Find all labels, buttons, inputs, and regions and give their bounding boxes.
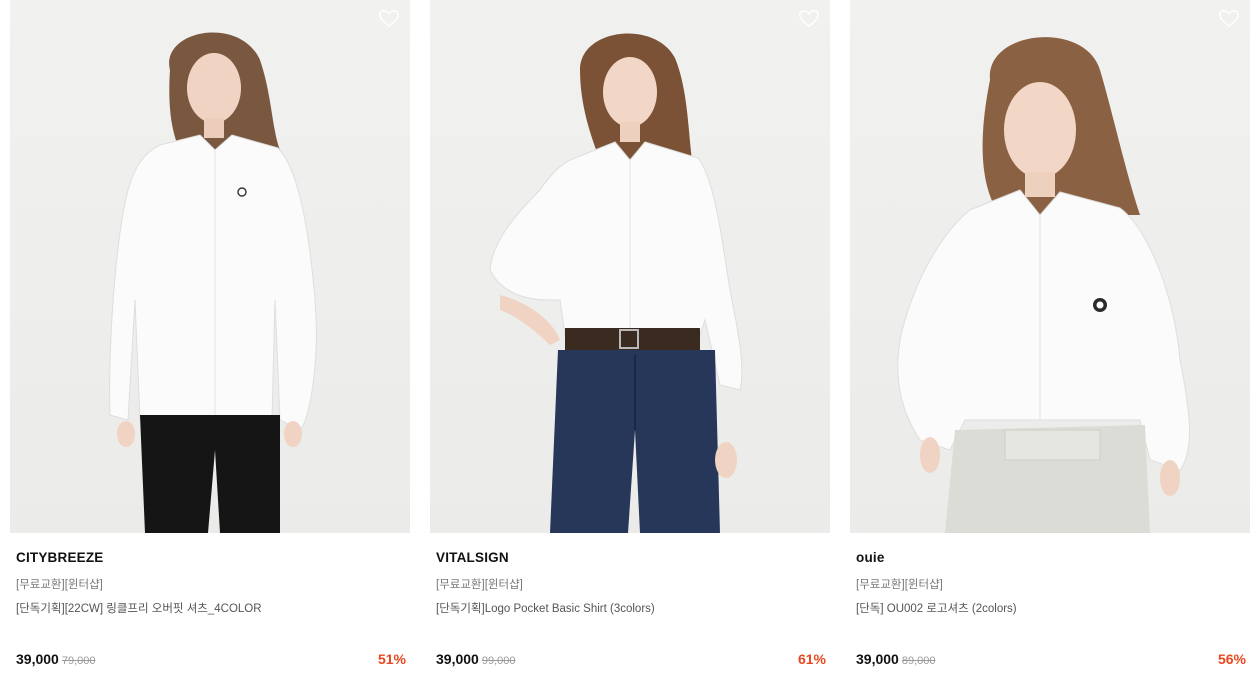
product-tag: [무료교환][윈터샵] [436, 579, 523, 591]
product-tag: [무료교환][윈터샵] [16, 579, 103, 591]
model-white-shirt-jeans-image [489, 33, 743, 533]
product-card[interactable]: CITYBREEZE [무료교환][윈터샵] [단독기획][22CW] 링클프리… [10, 0, 410, 686]
product-image[interactable] [430, 0, 830, 533]
sale-price: 39,000 [16, 651, 59, 667]
sale-price: 39,000 [436, 651, 479, 667]
original-price: 79,000 [61, 655, 96, 667]
product-image[interactable] [10, 0, 410, 533]
wishlist-heart-icon[interactable] [378, 8, 400, 30]
product-tag: [무료교환][윈터샵] [856, 579, 943, 591]
discount-rate: 56% [1217, 651, 1246, 667]
product-card[interactable]: VITALSIGN [무료교환][윈터샵] [단독기획]Logo Pocket … [430, 0, 830, 686]
price-row: 39,000 89,000 56% [856, 651, 1246, 671]
wishlist-heart-icon[interactable] [1218, 8, 1240, 30]
price-row: 39,000 79,000 51% [16, 651, 406, 671]
wishlist-heart-icon[interactable] [798, 8, 820, 30]
discount-rate: 61% [797, 651, 826, 667]
model-white-shirt-black-pants-image [109, 32, 317, 533]
product-image[interactable] [850, 0, 1250, 533]
product-name[interactable]: [단독] OU002 로고셔츠 (2colors) [856, 600, 1246, 616]
original-price: 89,000 [901, 655, 936, 667]
price-row: 39,000 99,000 61% [436, 651, 826, 671]
product-name[interactable]: [단독기획][22CW] 링클프리 오버핏 셔츠_4COLOR [16, 600, 406, 616]
product-name[interactable]: [단독기획]Logo Pocket Basic Shirt (3colors) [436, 600, 826, 616]
original-price: 99,000 [481, 655, 516, 667]
sale-price: 39,000 [856, 651, 899, 667]
product-card[interactable]: ouie [무료교환][윈터샵] [단독] OU002 로고셔츠 (2color… [850, 0, 1250, 686]
product-brand[interactable]: CITYBREEZE [16, 550, 104, 565]
product-grid: CITYBREEZE [무료교환][윈터샵] [단독기획][22CW] 링클프리… [0, 0, 1255, 686]
model-white-shirt-grey-trousers-image [897, 37, 1190, 533]
discount-rate: 51% [377, 651, 406, 667]
product-brand[interactable]: VITALSIGN [436, 550, 509, 565]
product-brand[interactable]: ouie [856, 550, 885, 565]
